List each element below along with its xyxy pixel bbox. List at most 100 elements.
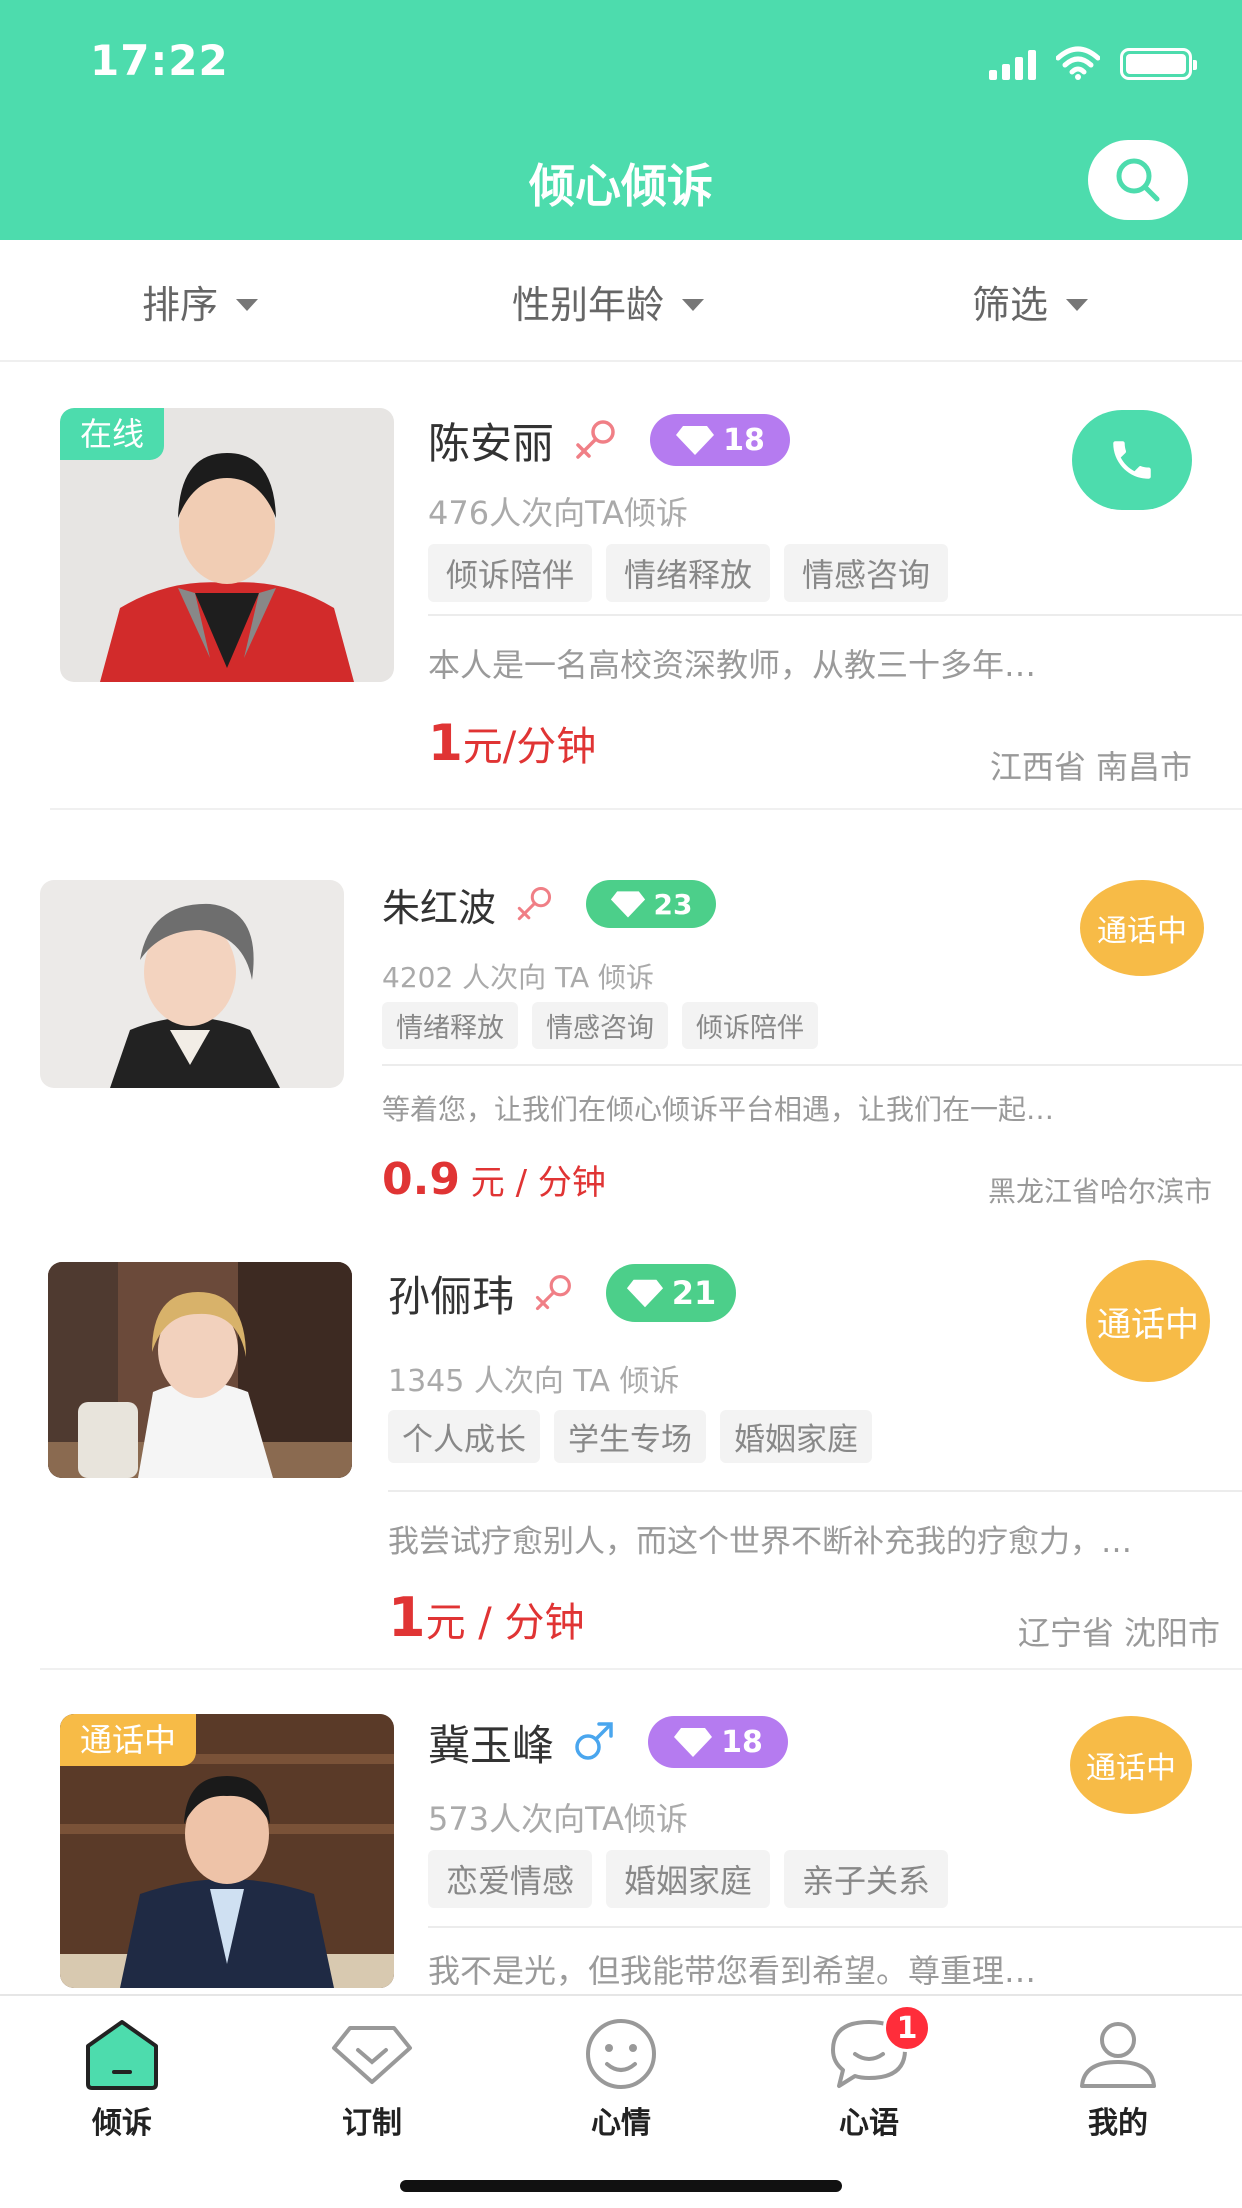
divider — [428, 1926, 1242, 1928]
price-value: 0.9 — [382, 1154, 460, 1205]
consult-count: 476人次向TA倾诉 — [428, 494, 689, 532]
price-value: 1 — [388, 1586, 426, 1649]
diamond-icon — [610, 891, 645, 918]
smile-icon — [579, 2016, 663, 2092]
location: 江西省 南昌市 — [989, 748, 1192, 786]
tag: 恋爱情感 — [428, 1850, 593, 1908]
price: 0.9 元 / 分钟 — [382, 1154, 606, 1205]
in-call-button[interactable]: 通话中 — [1086, 1260, 1210, 1382]
name-row: 陈安丽 18 — [428, 412, 791, 468]
gender-age-filter-label: 性别年龄 — [512, 283, 665, 327]
home-icon — [80, 2016, 164, 2092]
tag: 学生专场 — [554, 1410, 706, 1463]
price-unit: 元 / 分钟 — [425, 1600, 585, 1646]
tab-custom[interactable]: 订制 — [292, 2016, 452, 2142]
name-row: 孙俪玮 21 — [388, 1264, 737, 1322]
tab-confide[interactable]: 倾诉 — [42, 2016, 202, 2142]
avatar-photo — [48, 1262, 352, 1478]
avatar-photo — [40, 880, 344, 1088]
avatar-photo: 通话中 — [60, 1714, 394, 1988]
sort-filter[interactable]: 排序 — [142, 274, 259, 329]
level-value: 18 — [723, 422, 765, 458]
unread-badge: 1 — [883, 2004, 931, 2052]
level-badge: 23 — [586, 880, 717, 928]
listener-name: 陈安丽 — [428, 418, 555, 468]
chat-bubble-icon: 1 — [827, 2004, 931, 2092]
price-value: 1 — [428, 714, 463, 772]
level-value: 18 — [721, 1724, 763, 1760]
tag: 情绪释放 — [382, 1002, 518, 1049]
tab-mood[interactable]: 心情 — [541, 2016, 701, 2142]
listener-card[interactable]: 通话中 冀玉峰 18 573人次向TA倾诉 恋爱情感 婚姻家庭 亲子关系 我不是… — [0, 1690, 1242, 1994]
wifi-icon — [1056, 46, 1100, 80]
in-call-button[interactable]: 通话中 — [1080, 880, 1204, 976]
level-badge: 18 — [648, 1716, 789, 1768]
tab-label: 倾诉 — [92, 2106, 152, 2141]
level-badge: 18 — [650, 414, 791, 466]
app-header: 17:22 倾心倾诉 — [0, 0, 1242, 240]
tag: 情感咨询 — [532, 1002, 668, 1049]
row-separator — [50, 808, 1242, 810]
tab-messages[interactable]: 1 心语 — [789, 2004, 949, 2142]
divider — [388, 1490, 1242, 1492]
tab-label: 心情 — [591, 2106, 651, 2141]
listener-name: 孙俪玮 — [388, 1271, 515, 1321]
phone-icon — [1113, 441, 1151, 479]
gender-age-filter[interactable]: 性别年龄 — [512, 274, 705, 329]
price-unit: 元 / 分钟 — [459, 1163, 606, 1203]
search-button[interactable] — [1088, 140, 1188, 220]
location: 黑龙江省哈尔滨市 — [987, 1175, 1212, 1208]
tag-list: 倾诉陪伴 情绪释放 情感咨询 — [428, 544, 949, 602]
price: 1元/分钟 — [428, 714, 596, 772]
tag: 个人成长 — [388, 1410, 540, 1463]
female-icon — [576, 420, 615, 459]
tab-label: 我的 — [1088, 2106, 1148, 2141]
battery-icon — [1120, 48, 1197, 80]
page-title: 倾心倾诉 — [529, 159, 713, 213]
diamond-icon — [674, 1728, 713, 1757]
level-badge: 21 — [606, 1264, 737, 1322]
filter-bar: 排序 性别年龄 筛选 — [0, 240, 1242, 362]
tab-label: 订制 — [342, 2106, 402, 2141]
tag-list: 个人成长 学生专场 婚姻家庭 — [388, 1410, 872, 1463]
listener-name: 朱红波 — [382, 885, 497, 930]
row-separator — [40, 1668, 1242, 1670]
diamond-icon — [330, 2016, 414, 2092]
name-row: 朱红波 23 — [382, 878, 717, 930]
tag: 倾诉陪伴 — [428, 544, 593, 602]
listener-card[interactable]: 朱红波 23 4202 人次向 TA 倾诉 情绪释放 情感咨询 倾诉陪伴 等着您… — [0, 842, 1242, 1242]
tab-profile[interactable]: 我的 — [1038, 2016, 1198, 2142]
name-row: 冀玉峰 18 — [428, 1714, 789, 1770]
caret-down-icon — [236, 298, 259, 311]
screen-filter[interactable]: 筛选 — [972, 274, 1089, 329]
sort-filter-label: 排序 — [142, 283, 219, 327]
bottom-tab-bar: 倾诉 订制 心情 1 心语 我的 — [0, 1994, 1242, 2208]
caret-down-icon — [1066, 298, 1089, 311]
home-indicator — [400, 2180, 842, 2192]
listener-name: 冀玉峰 — [428, 1720, 555, 1770]
consult-count: 573人次向TA倾诉 — [428, 1800, 689, 1838]
listener-card[interactable]: 孙俪玮 21 1345 人次向 TA 倾诉 个人成长 学生专场 婚姻家庭 我尝试… — [0, 1242, 1242, 1670]
tab-label: 心语 — [839, 2106, 899, 2141]
phone-call-button[interactable] — [1072, 410, 1192, 510]
location: 辽宁省 沈阳市 — [1017, 1614, 1220, 1652]
avatar-photo: 在线 — [60, 408, 394, 682]
in-call-badge: 通话中 — [60, 1714, 197, 1766]
tag: 情感咨询 — [784, 544, 949, 602]
status-time: 17:22 — [90, 36, 229, 85]
tag: 亲子关系 — [784, 1850, 949, 1908]
listener-description: 我不是光，但我能带您看到希望。尊重理… — [428, 1952, 1037, 1990]
tag-list: 情绪释放 情感咨询 倾诉陪伴 — [382, 1002, 818, 1049]
level-value: 23 — [653, 887, 693, 921]
listener-description: 本人是一名高校资深教师，从教三十多年… — [428, 646, 1037, 684]
in-call-button[interactable]: 通话中 — [1070, 1716, 1192, 1814]
listener-description: 我尝试疗愈别人，而这个世界不断补充我的疗愈力，… — [388, 1524, 1132, 1560]
online-badge: 在线 — [60, 408, 165, 460]
screen-filter-label: 筛选 — [972, 283, 1049, 327]
consult-count: 1345 人次向 TA 倾诉 — [388, 1364, 680, 1399]
female-icon — [517, 886, 552, 921]
level-value: 21 — [671, 1274, 717, 1312]
listener-card[interactable]: 在线 陈安丽 18 476人次向TA倾诉 倾诉陪伴 情绪释放 情感咨询 本人是一… — [0, 362, 1242, 842]
diamond-icon — [626, 1279, 663, 1308]
divider — [382, 1064, 1242, 1066]
